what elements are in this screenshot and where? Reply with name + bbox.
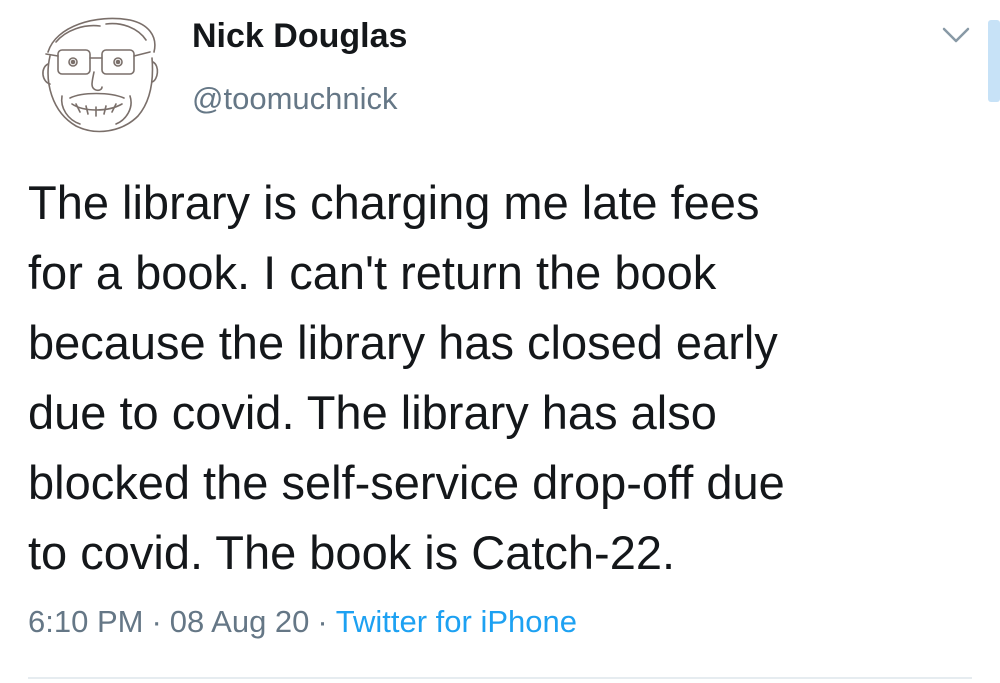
- tweet-card: Nick Douglas @toomuchnick The library is…: [0, 0, 1000, 683]
- meta-separator: ·: [151, 604, 162, 639]
- meta-separator: ·: [317, 604, 328, 639]
- scrollbar-thumb[interactable]: [988, 20, 1000, 102]
- avatar[interactable]: [26, 12, 176, 137]
- tweet-date[interactable]: 08 Aug 20: [170, 604, 310, 639]
- chevron-down-icon: [942, 27, 970, 43]
- tweet-metadata: 6:10 PM · 08 Aug 20 · Twitter for iPhone: [28, 600, 577, 644]
- tweet-source-link[interactable]: Twitter for iPhone: [336, 604, 577, 639]
- tweet-menu-button[interactable]: [936, 20, 976, 50]
- sketched-face-avatar-icon: [42, 17, 159, 133]
- divider: [28, 677, 972, 679]
- tweet-text: The library is charging me late fees for…: [28, 176, 785, 579]
- tweet-time[interactable]: 6:10 PM: [28, 604, 143, 639]
- author-name[interactable]: Nick Douglas: [192, 14, 407, 58]
- author-handle[interactable]: @toomuchnick: [192, 77, 398, 121]
